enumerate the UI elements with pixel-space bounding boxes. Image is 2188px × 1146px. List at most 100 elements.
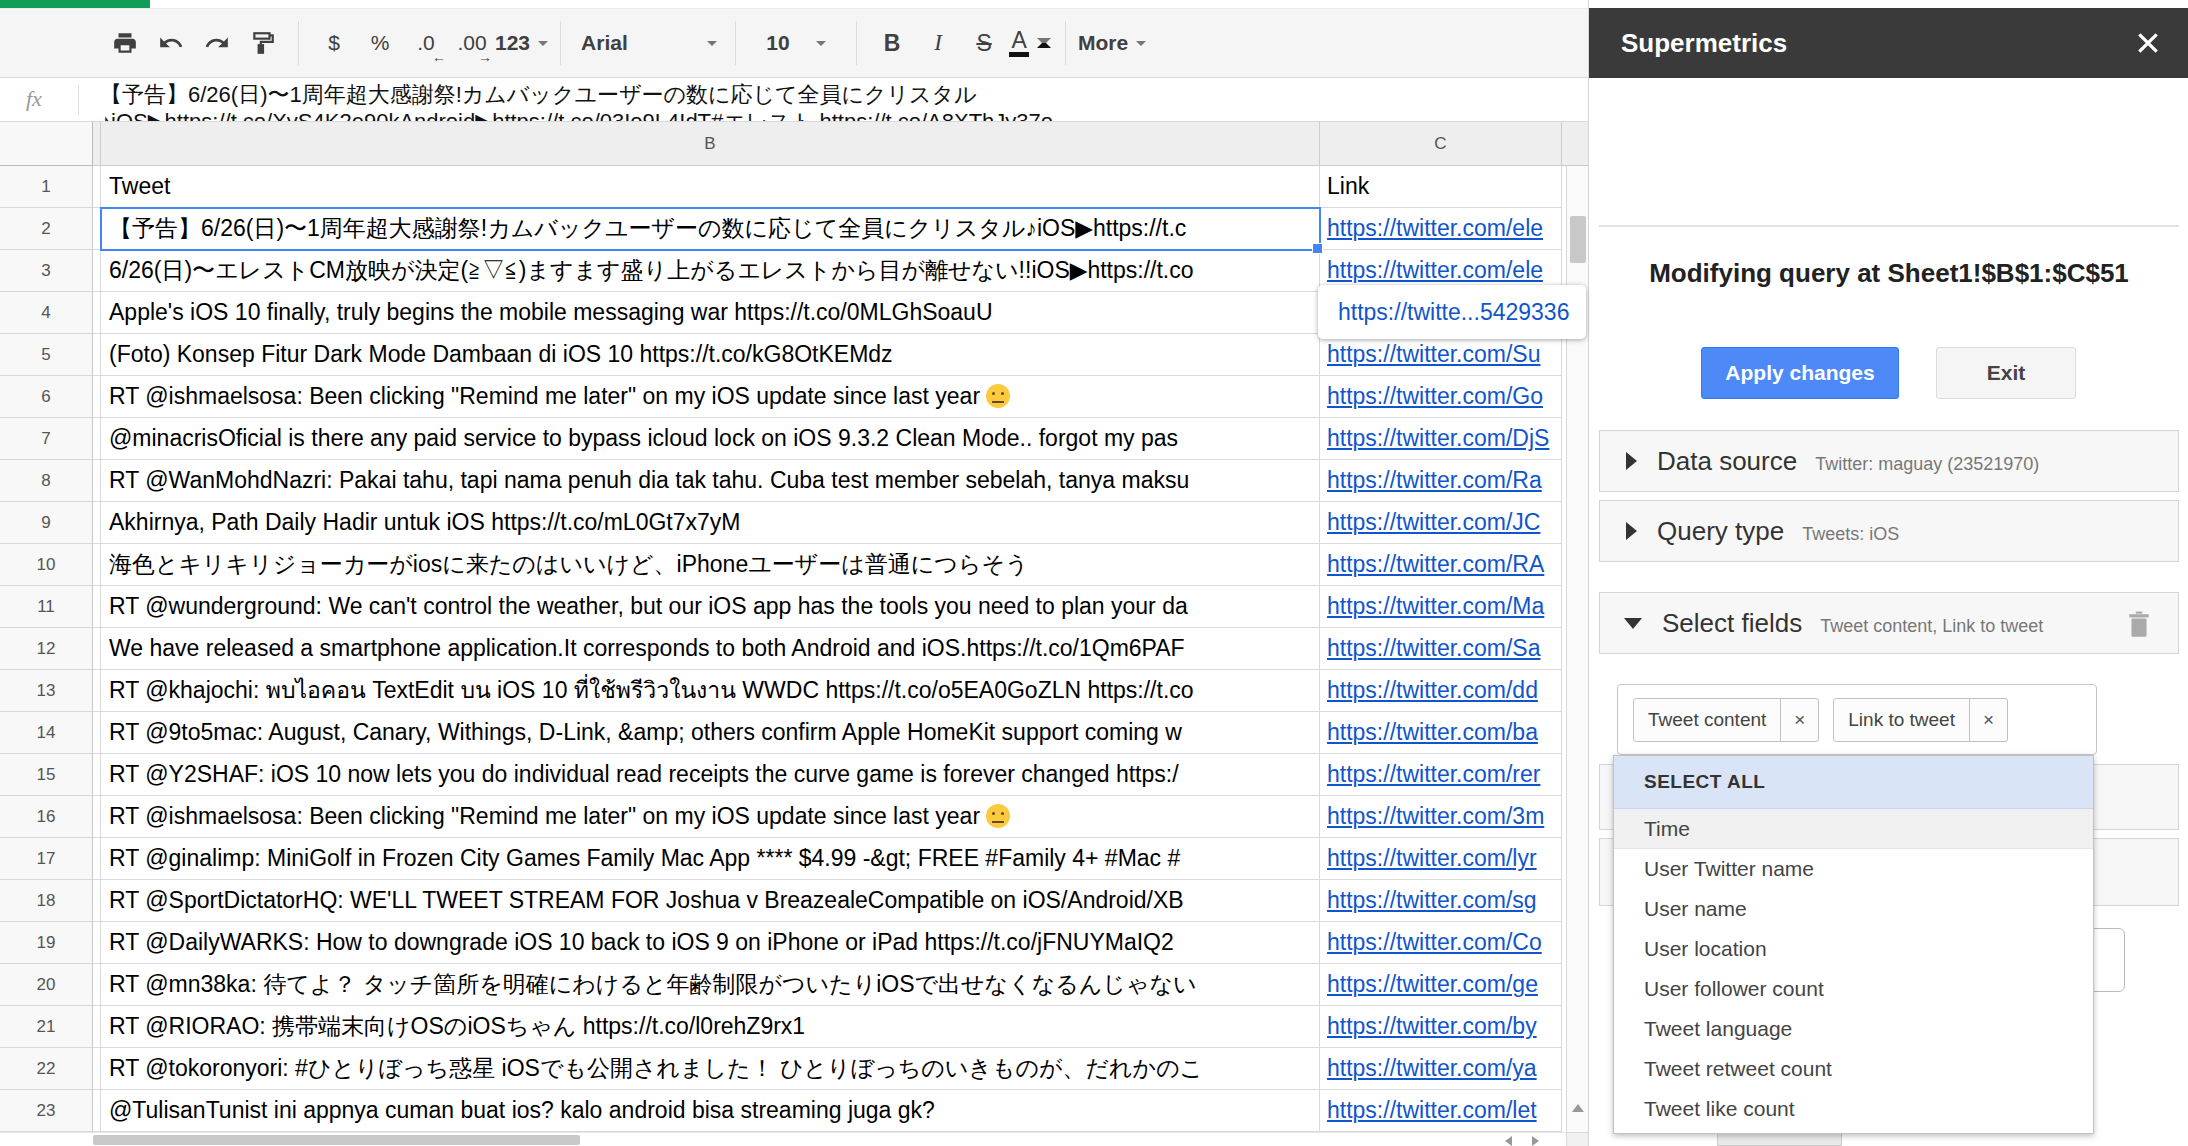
tweet-link[interactable]: https://twitter.com/Go bbox=[1327, 383, 1543, 409]
link-cell[interactable]: https://twitter.com/Co bbox=[1320, 922, 1562, 964]
tweet-link[interactable]: https://twitter.com/sg bbox=[1327, 887, 1537, 913]
tweet-cell[interactable]: 6/26(日)〜エレストCM放映が決定(≧▽≦)ますます盛り上がるエレストから目… bbox=[101, 250, 1320, 292]
row-number[interactable]: 12 bbox=[0, 628, 93, 670]
column-a-sliver[interactable] bbox=[93, 334, 101, 376]
row-number[interactable]: 21 bbox=[0, 1006, 93, 1048]
column-a-sliver[interactable] bbox=[93, 1048, 101, 1090]
chip-remove-icon[interactable]: × bbox=[1780, 698, 1818, 742]
print-button[interactable] bbox=[102, 20, 148, 66]
tweet-link[interactable]: https://twitter.com/Ra bbox=[1327, 467, 1542, 493]
row-number[interactable]: 18 bbox=[0, 880, 93, 922]
row-number[interactable]: 7 bbox=[0, 418, 93, 460]
section-select-fields[interactable]: Select fields Tweet content, Link to twe… bbox=[1599, 592, 2179, 654]
formula-input[interactable]: 【予告】6/26(日)〜1周年超大感謝祭!カムバックユーザーの数に応じて全員にク… bbox=[100, 81, 1570, 122]
dropdown-item[interactable]: Tweet language bbox=[1614, 1009, 2093, 1049]
link-popup[interactable]: https://twitte...5429336 bbox=[1318, 285, 1586, 339]
column-a-sliver[interactable] bbox=[93, 208, 101, 250]
tweet-cell[interactable]: RT @SportDictatorHQ: WE'LL TWEET STREAM … bbox=[101, 880, 1320, 922]
tweet-link[interactable]: https://twitter.com/RA bbox=[1327, 551, 1544, 577]
link-cell[interactable]: https://twitter.com/Su bbox=[1320, 334, 1562, 376]
percent-format-button[interactable]: % bbox=[357, 20, 403, 66]
row-number[interactable]: 9 bbox=[0, 502, 93, 544]
tweet-link[interactable]: https://twitter.com/DjS bbox=[1327, 425, 1549, 451]
strikethrough-button[interactable]: S bbox=[961, 20, 1007, 66]
row-number[interactable]: 13 bbox=[0, 670, 93, 712]
column-a-sliver[interactable] bbox=[93, 418, 101, 460]
row-number[interactable]: 23 bbox=[0, 1090, 93, 1132]
tweet-cell[interactable]: RT @WanMohdNazri: Pakai tahu, tapi nama … bbox=[101, 460, 1320, 502]
paint-format-button[interactable] bbox=[240, 20, 286, 66]
row-number[interactable]: 3 bbox=[0, 250, 93, 292]
tweet-cell[interactable]: RT @ginalimp: MiniGolf in Frozen City Ga… bbox=[101, 838, 1320, 880]
apply-changes-button[interactable]: Apply changes bbox=[1701, 347, 1899, 399]
column-a-sliver[interactable] bbox=[93, 964, 101, 1006]
link-cell[interactable]: https://twitter.com/ba bbox=[1320, 712, 1562, 754]
row-number[interactable]: 15 bbox=[0, 754, 93, 796]
tweet-link[interactable]: https://twitter.com/dd bbox=[1327, 677, 1538, 703]
column-a-sliver[interactable] bbox=[93, 796, 101, 838]
bold-button[interactable]: B bbox=[869, 20, 915, 66]
tweet-link[interactable]: https://twitter.com/ya bbox=[1327, 1055, 1537, 1081]
column-a-sliver[interactable] bbox=[93, 292, 101, 334]
tweet-link[interactable]: https://twitter.com/ele bbox=[1327, 257, 1543, 283]
tweet-link[interactable]: https://twitter.com/Co bbox=[1327, 929, 1542, 955]
link-cell[interactable]: https://twitter.com/ge bbox=[1320, 964, 1562, 1006]
column-a-sliver[interactable] bbox=[93, 502, 101, 544]
scroll-left-arrow[interactable] bbox=[1505, 1136, 1512, 1146]
increase-decimals-button[interactable]: .00→ bbox=[449, 20, 495, 66]
link-cell[interactable]: https://twitter.com/3m bbox=[1320, 796, 1562, 838]
link-cell[interactable]: https://twitter.com/dd bbox=[1320, 670, 1562, 712]
link-cell[interactable]: https://twitter.com/RA bbox=[1320, 544, 1562, 586]
column-a-sliver[interactable] bbox=[93, 586, 101, 628]
column-a-sliver[interactable] bbox=[93, 460, 101, 502]
row-number[interactable]: 5 bbox=[0, 334, 93, 376]
selected-fields-input[interactable]: Tweet content×Link to tweet× bbox=[1617, 684, 2097, 755]
undo-button[interactable] bbox=[148, 20, 194, 66]
font-family-select[interactable]: Arial bbox=[573, 20, 723, 66]
horizontal-scrollbar[interactable] bbox=[0, 1132, 1566, 1146]
tweet-link[interactable]: https://twitter.com/JC bbox=[1327, 509, 1540, 535]
column-a-sliver[interactable] bbox=[93, 838, 101, 880]
dropdown-item[interactable]: Time bbox=[1614, 809, 2093, 849]
column-a-sliver[interactable] bbox=[93, 1090, 101, 1132]
corner-cell[interactable] bbox=[0, 122, 93, 166]
tweet-cell[interactable]: (Foto) Konsep Fitur Dark Mode Dambaan di… bbox=[101, 334, 1320, 376]
formula-bar[interactable]: fx 【予告】6/26(日)〜1周年超大感謝祭!カムバックユーザーの数に応じて全… bbox=[0, 78, 1588, 122]
tweet-cell[interactable]: Apple's iOS 10 finally, truly begins the… bbox=[101, 292, 1320, 334]
tweet-link[interactable]: https://twitter.com/rer bbox=[1327, 761, 1540, 787]
column-a-sliver[interactable] bbox=[93, 628, 101, 670]
tweet-cell[interactable]: RT @wunderground: We can't control the w… bbox=[101, 586, 1320, 628]
tweet-cell[interactable]: RT @DailyWARKS: How to downgrade iOS 10 … bbox=[101, 922, 1320, 964]
link-cell[interactable]: Link bbox=[1320, 166, 1562, 208]
vertical-scrollbar-thumb[interactable] bbox=[1570, 216, 1586, 263]
dropdown-item[interactable]: User name bbox=[1614, 889, 2093, 929]
link-cell[interactable]: https://twitter.com/Ma bbox=[1320, 586, 1562, 628]
tweet-link[interactable]: https://twitter.com/Su bbox=[1327, 341, 1540, 367]
row-number[interactable]: 16 bbox=[0, 796, 93, 838]
section-data-source[interactable]: Data source Twitter: maguay (23521970) bbox=[1599, 430, 2179, 492]
column-a-sliver[interactable] bbox=[93, 376, 101, 418]
dropdown-item[interactable]: User follower count bbox=[1614, 969, 2093, 1009]
tweet-link[interactable]: https://twitter.com/by bbox=[1327, 1013, 1537, 1039]
close-icon[interactable] bbox=[2133, 28, 2163, 58]
decrease-decimals-button[interactable]: .0← bbox=[403, 20, 449, 66]
text-color-button[interactable]: A bbox=[1007, 20, 1053, 66]
row-number[interactable]: 22 bbox=[0, 1048, 93, 1090]
link-cell[interactable]: https://twitter.com/lyr bbox=[1320, 838, 1562, 880]
tweet-cell[interactable]: RT @khajochi: พบไอคอน TextEdit บน iOS 10… bbox=[101, 670, 1320, 712]
row-number[interactable]: 10 bbox=[0, 544, 93, 586]
column-a-sliver[interactable] bbox=[93, 1006, 101, 1048]
column-a-sliver[interactable] bbox=[93, 250, 101, 292]
currency-format-button[interactable]: $ bbox=[311, 20, 357, 66]
number-format-button[interactable]: 123 bbox=[495, 20, 548, 66]
link-cell[interactable]: https://twitter.com/DjS bbox=[1320, 418, 1562, 460]
row-number[interactable]: 19 bbox=[0, 922, 93, 964]
tweet-cell[interactable]: RT @RIORAO: 携帯端末向けOSのiOSちゃん https://t.co… bbox=[101, 1006, 1320, 1048]
link-cell[interactable]: https://twitter.com/ele bbox=[1320, 208, 1562, 250]
column-a-sliver[interactable] bbox=[93, 544, 101, 586]
link-cell[interactable]: https://twitter.com/rer bbox=[1320, 754, 1562, 796]
section-query-type[interactable]: Query type Tweets: iOS bbox=[1599, 500, 2179, 562]
row-number[interactable]: 2 bbox=[0, 208, 93, 250]
tweet-cell[interactable]: 【予告】6/26(日)〜1周年超大感謝祭!カムバックユーザーの数に応じて全員にク… bbox=[101, 208, 1320, 250]
tweet-cell[interactable]: @TulisanTunist ini appnya cuman buat ios… bbox=[101, 1090, 1320, 1132]
